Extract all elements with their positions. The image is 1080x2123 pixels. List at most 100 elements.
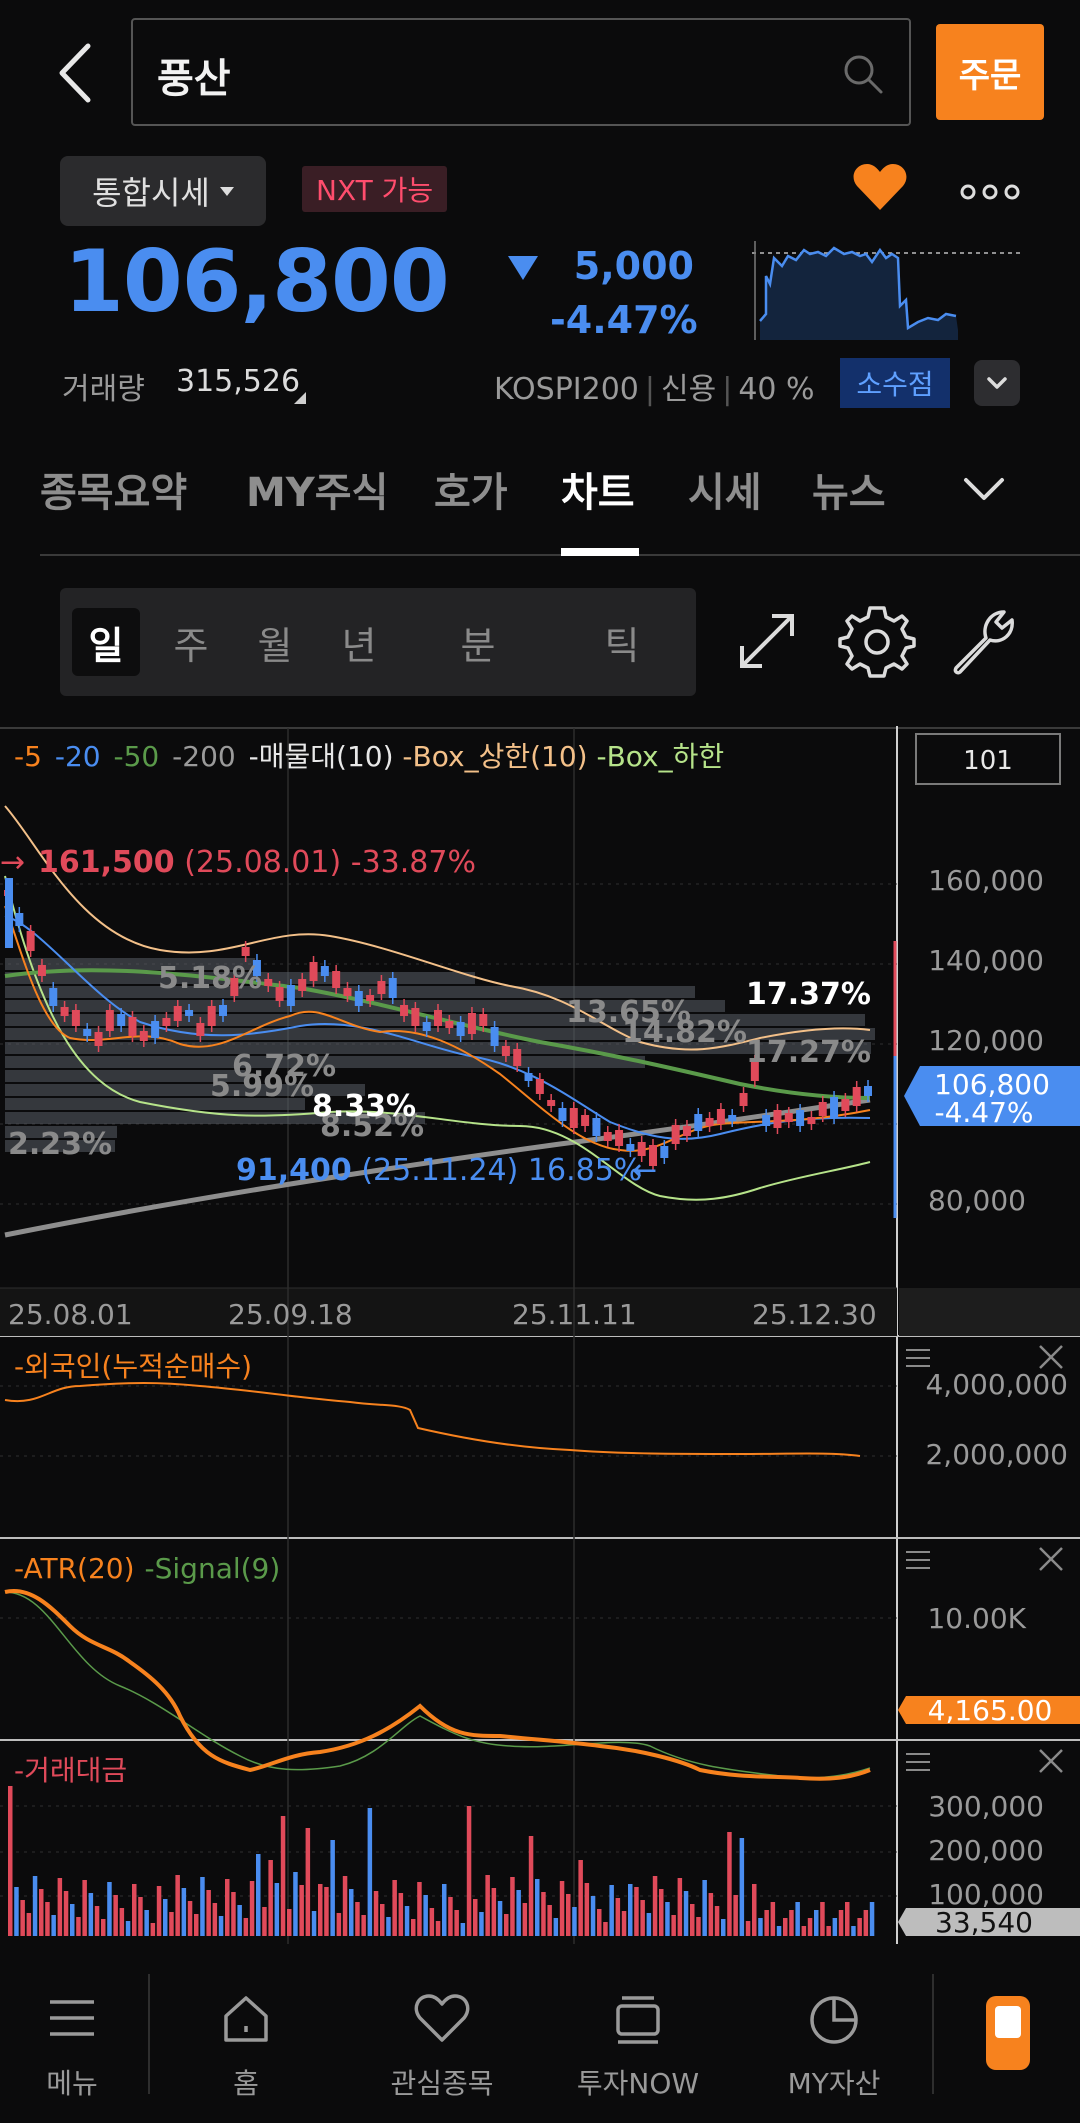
amount-bar (758, 1918, 763, 1936)
amount-bar (398, 1893, 404, 1936)
chevron-down-icon[interactable] (960, 470, 1008, 510)
candle (71, 1010, 80, 1026)
panel-menu-icon[interactable] (906, 1349, 930, 1367)
amount-bar (63, 1891, 69, 1936)
tab-news[interactable]: 뉴스 (812, 460, 886, 518)
panel-menu-icon[interactable] (906, 1551, 930, 1569)
candle (773, 1110, 782, 1128)
atr-tick: 10.00K (927, 1602, 1026, 1635)
amount-bar (479, 1912, 484, 1936)
candle (467, 1013, 476, 1034)
search-input[interactable]: 풍산 (131, 18, 911, 126)
amount-bar (609, 1885, 614, 1936)
panel-close-icon[interactable] (1039, 1547, 1063, 1571)
candle (185, 1010, 194, 1016)
order-button[interactable]: 주문 (936, 24, 1044, 120)
candle (37, 965, 46, 976)
period-month[interactable]: 월 (240, 608, 310, 676)
amount-tick: 300,000 (928, 1790, 1044, 1823)
candle (128, 1017, 137, 1036)
candle (615, 1130, 624, 1146)
nav-home[interactable]: 홈 (156, 1944, 336, 2123)
stock-chart[interactable]: 101 -5 -20 -50 -200 -매물대(10) -Box_상한(10)… (0, 726, 1080, 1944)
tab-chart[interactable]: 차트 (561, 460, 635, 518)
amount-bar (714, 1906, 720, 1936)
amount-bar (869, 1902, 875, 1936)
stock-meta: KOSPI200 | 신용 | 40 % (494, 372, 815, 407)
period-year[interactable]: 년 (324, 608, 394, 676)
tab-orderbook[interactable]: 호가 (434, 460, 508, 518)
amount-bar (597, 1909, 602, 1936)
panel-close-icon[interactable] (1039, 1749, 1063, 1773)
period-day[interactable]: 일 (72, 608, 140, 676)
candle (388, 978, 397, 998)
amount-bar (752, 1884, 757, 1936)
amount-bar (20, 1900, 25, 1936)
tab-quotes[interactable]: 시세 (688, 460, 762, 518)
candle (456, 1022, 465, 1036)
x-tick: 25.12.30 (752, 1298, 877, 1331)
period-tick[interactable]: 틱 (572, 608, 672, 676)
panel-close-icon[interactable] (1039, 1345, 1063, 1369)
volume-detail-icon[interactable] (294, 392, 306, 404)
heart-icon[interactable] (852, 162, 908, 212)
amount-bar (528, 1836, 534, 1936)
amount-bar (32, 1876, 38, 1936)
amount-bar (94, 1906, 100, 1936)
candle (366, 995, 375, 1001)
atr-value-text: 4,165.00 (928, 1694, 1053, 1727)
vp-label: 5.99% (210, 1069, 314, 1104)
candle (49, 988, 58, 1006)
y-tick: 140,000 (928, 944, 1044, 977)
panel-menu-icon[interactable] (906, 1753, 930, 1771)
candle (739, 1093, 748, 1106)
search-icon[interactable] (841, 52, 885, 96)
tab-summary[interactable]: 종목요약 (40, 460, 187, 518)
decimal-button[interactable]: 소수점 (840, 358, 950, 408)
amount-bar (175, 1875, 180, 1936)
amount-bar (361, 1915, 366, 1936)
amount-bar (541, 1892, 546, 1936)
amount-bar (584, 1883, 590, 1936)
nav-menu[interactable]: 메뉴 (0, 1944, 162, 2123)
amount-bar (293, 1872, 298, 1936)
menu-icon (50, 2000, 94, 2036)
period-week[interactable]: 주 (156, 608, 226, 676)
index-label: KOSPI200 (494, 372, 639, 407)
wrench-icon[interactable] (946, 602, 1024, 680)
current-price: 106,800 (64, 232, 450, 332)
amount-bar (473, 1899, 478, 1936)
period-minute[interactable]: 분 (428, 608, 528, 676)
nav-invest-now[interactable]: 투자NOW (548, 1944, 728, 2123)
chevron-down-icon[interactable] (974, 360, 1020, 406)
more-icon[interactable] (960, 184, 1020, 200)
nav-watchlist[interactable]: 관심종목 (352, 1944, 532, 2123)
fullscreen-icon[interactable] (728, 602, 806, 680)
amount-bar (88, 1893, 94, 1936)
candle (705, 1118, 714, 1126)
amount-bar (243, 1918, 249, 1936)
amount-bar (299, 1885, 304, 1936)
amount-bar (156, 1886, 162, 1936)
active-tab-indicator (561, 548, 639, 556)
tab-my-stock[interactable]: MY주식 (246, 460, 388, 518)
vp-label: 17.27% (746, 1035, 871, 1070)
period-selector: 일 주 월 년 분 틱 (60, 588, 696, 696)
market-select[interactable]: 통합시세 (60, 156, 266, 226)
amount-bar (727, 1832, 732, 1936)
amount-bar (411, 1919, 416, 1936)
vp-highlight: 17.37% (746, 977, 871, 1012)
candle (581, 1115, 590, 1126)
amount-bar (770, 1902, 776, 1936)
quick-action-button[interactable] (986, 1996, 1030, 2070)
nav-my-assets[interactable]: MY자산 (744, 1944, 924, 2123)
back-icon[interactable] (48, 38, 108, 108)
amount-bar (119, 1908, 125, 1936)
amount-bar (169, 1912, 174, 1936)
low-annotation: 91,400 (25.11.24) 16.85% (236, 1153, 642, 1188)
amount-bar (392, 1880, 397, 1936)
settings-gear-icon[interactable] (838, 602, 916, 680)
tab-divider (40, 554, 1080, 556)
amount-bar (683, 1891, 689, 1936)
amount-bar (274, 1883, 280, 1936)
